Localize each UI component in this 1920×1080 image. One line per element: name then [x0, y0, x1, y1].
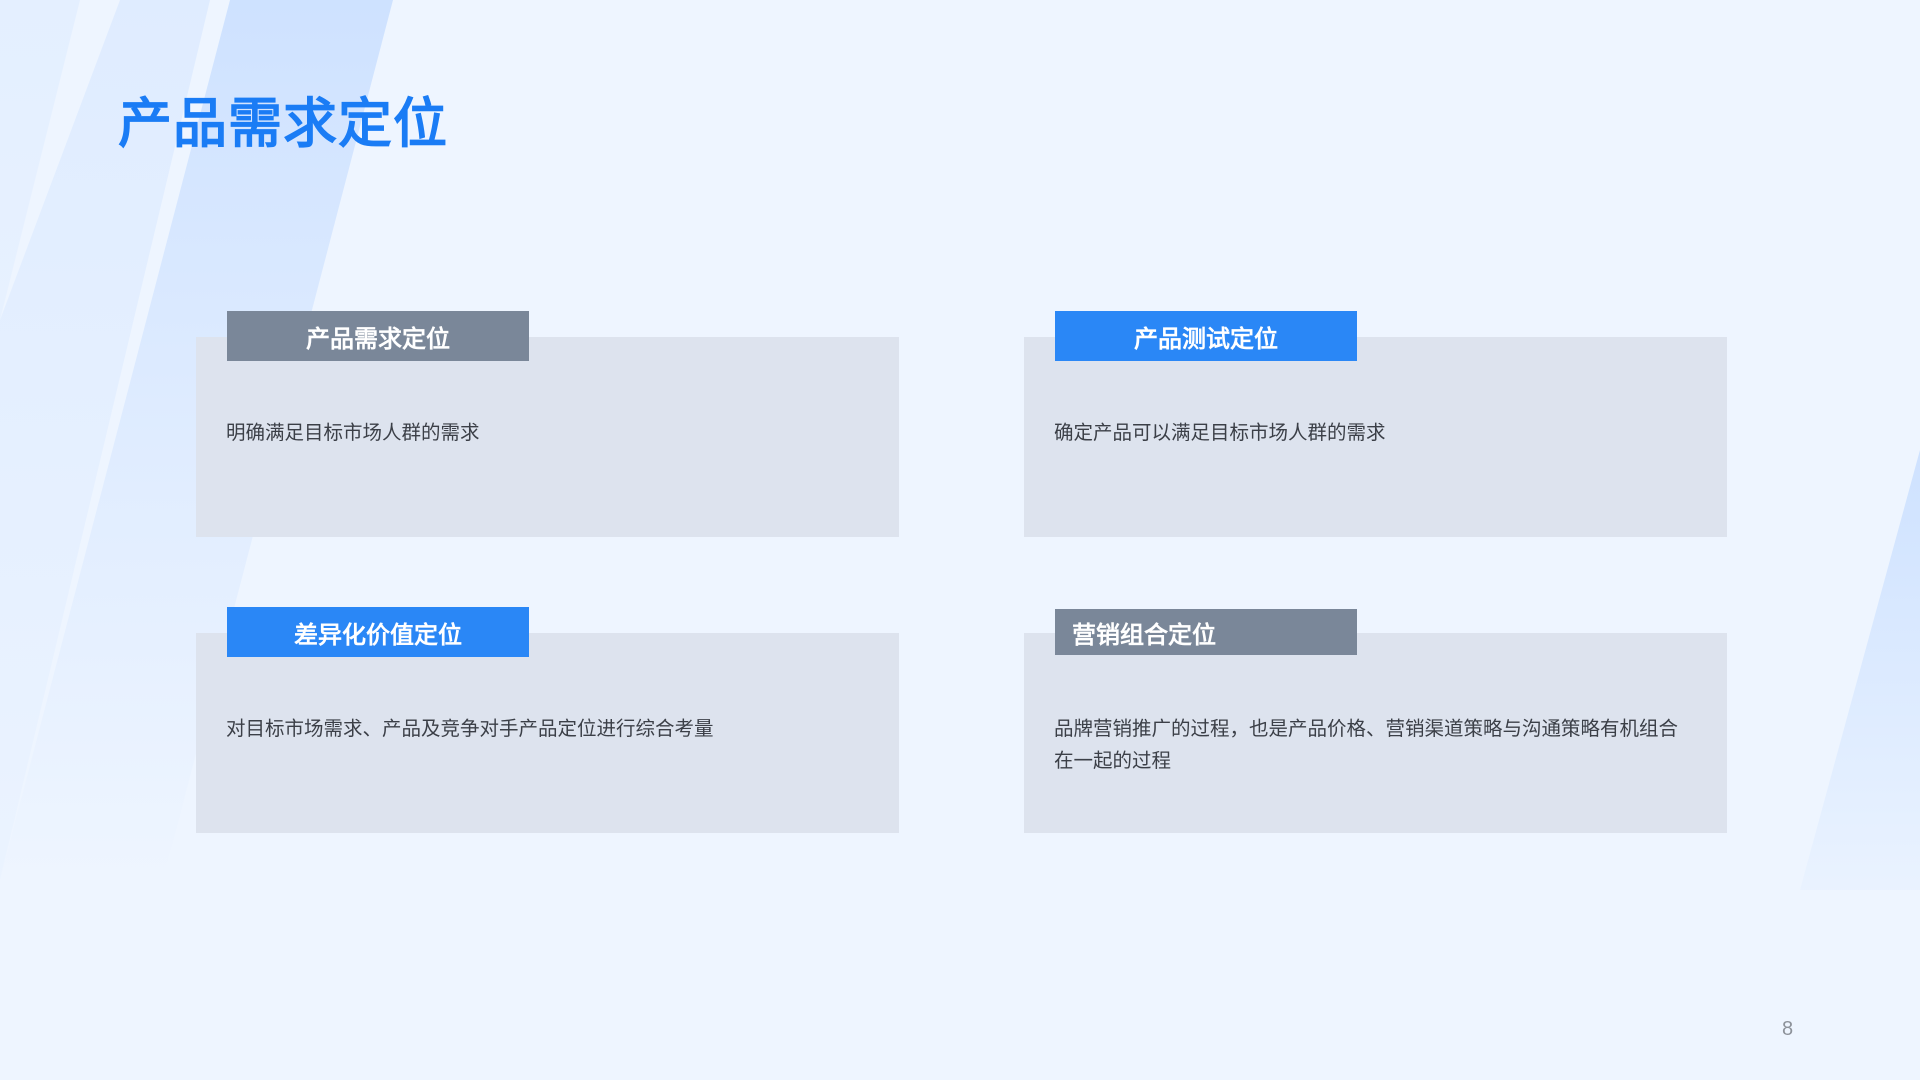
card-text: 对目标市场需求、产品及竞争对手产品定位进行综合考量 [226, 717, 714, 740]
card-label: 营销组合定位 [1055, 609, 1357, 655]
card-product-testing: 确定产品可以满足目标市场人群的需求 [1024, 337, 1727, 537]
decorative-band [1800, 450, 1920, 890]
page-number: 8 [1782, 1018, 1794, 1040]
card-product-demand: 明确满足目标市场人群的需求 [196, 337, 899, 537]
card-text: 品牌营销推广的过程，也是产品价格、营销渠道策略与沟通策略有机组合在一起的过程 [1054, 717, 1679, 772]
card-label: 产品需求定位 [227, 311, 529, 361]
card-text: 明确满足目标市场人群的需求 [226, 421, 480, 444]
card-differentiated-value: 对目标市场需求、产品及竞争对手产品定位进行综合考量 [196, 633, 899, 833]
card-label: 产品测试定位 [1055, 311, 1357, 361]
card-label: 差异化价值定位 [227, 607, 529, 657]
page-title: 产品需求定位 [118, 92, 448, 155]
card-text: 确定产品可以满足目标市场人群的需求 [1054, 421, 1386, 444]
card-marketing-mix: 品牌营销推广的过程，也是产品价格、营销渠道策略与沟通策略有机组合在一起的过程 [1024, 633, 1727, 833]
